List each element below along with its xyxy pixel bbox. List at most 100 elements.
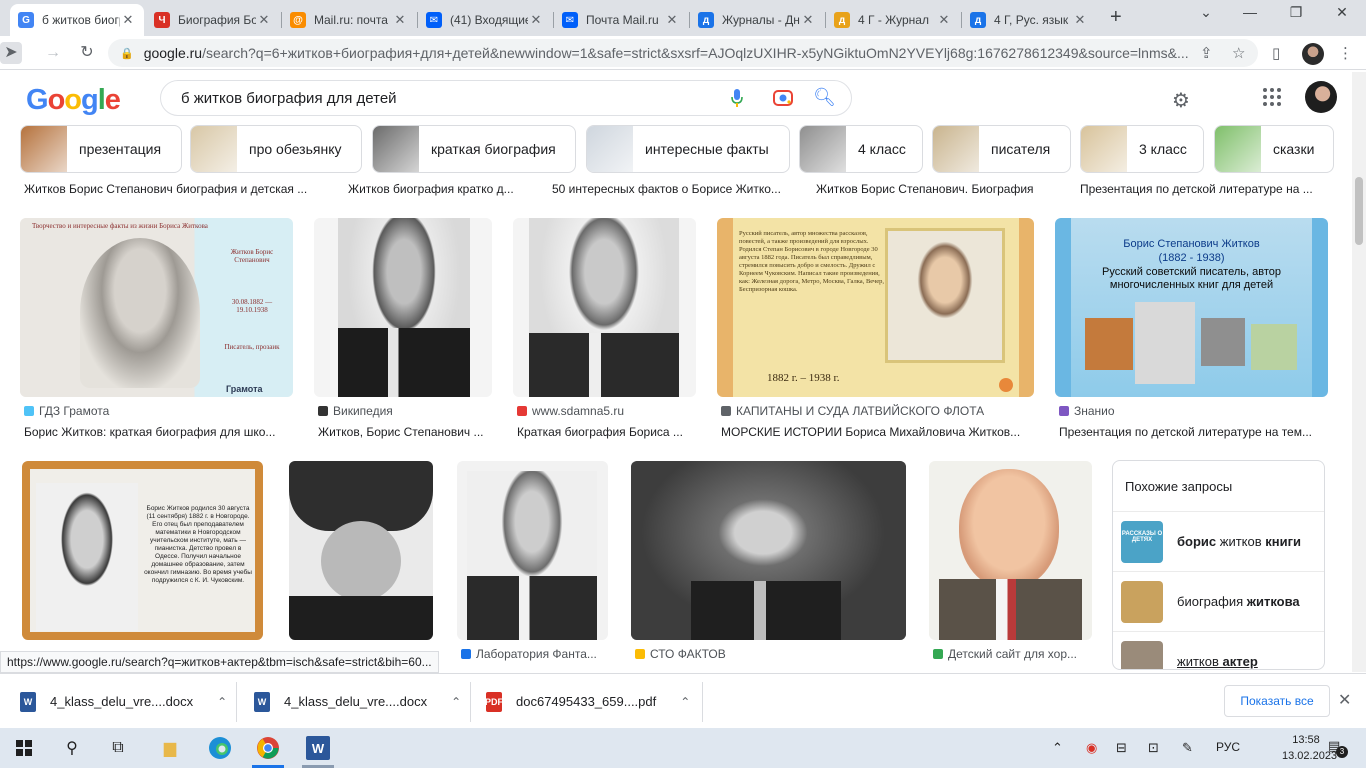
download-item[interactable]: W 4_klass_delu_vre....docx ⌃ — [20, 674, 227, 729]
result-source[interactable]: КАПИТАНЫ И СУДА ЛАТВИЙСКОГО ФЛОТА — [721, 404, 1031, 418]
window-close-button[interactable]: ✕ — [1332, 4, 1352, 21]
related-search-item[interactable]: РАССКАЗЫ О ДЕТЯХ борис житков книги — [1113, 511, 1324, 571]
result-caption[interactable]: Житков Борис Степанович биография и детс… — [24, 182, 324, 196]
show-all-downloads-button[interactable]: Показать все — [1224, 685, 1330, 717]
window-maximize-button[interactable]: ❐ — [1286, 4, 1306, 21]
related-chip[interactable]: интересные факты — [586, 125, 790, 173]
related-chip[interactable]: писателя — [932, 125, 1071, 173]
browser-tab[interactable]: д Журналы - Дневник✕ — [690, 4, 824, 36]
related-search-item[interactable]: биография житкова — [1113, 571, 1324, 631]
result-title[interactable]: Борис Житков: краткая биография для шко.… — [24, 425, 294, 439]
result-source[interactable]: Википедия — [318, 404, 498, 418]
edge-browser-icon[interactable] — [208, 736, 232, 760]
result-image-1[interactable]: Творчество и интересные факты из жизни Б… — [20, 218, 293, 397]
tray-expand-icon[interactable]: ⌃ — [1052, 740, 1063, 756]
result-title[interactable]: Краткая биография Бориса ... — [517, 425, 697, 439]
google-lens-icon[interactable] — [773, 89, 793, 107]
reload-button[interactable]: ↻ — [76, 42, 98, 64]
page-scrollbar[interactable] — [1352, 72, 1366, 672]
close-icon[interactable]: ✕ — [120, 12, 136, 28]
chevron-up-icon[interactable]: ⌃ — [217, 695, 227, 709]
microphone-icon[interactable] — [731, 89, 743, 107]
result-title[interactable]: МОРСКИЕ ИСТОРИИ Бориса Михайловича Житко… — [721, 425, 1031, 439]
tab-search-button[interactable]: ⌄ — [1196, 4, 1216, 21]
result-source[interactable]: Детский сайт для хор... — [933, 647, 1093, 661]
chrome-browser-icon[interactable] — [256, 736, 280, 760]
menu-kebab-icon[interactable]: ⋮ — [1338, 44, 1353, 62]
result-image-7[interactable] — [289, 461, 433, 640]
language-indicator[interactable]: РУС — [1216, 740, 1240, 754]
gear-icon[interactable]: ⚙ — [1172, 88, 1190, 113]
bookmark-star-icon[interactable]: ☆ — [1232, 44, 1245, 62]
account-avatar[interactable] — [1305, 81, 1337, 113]
profile-avatar[interactable] — [1302, 43, 1324, 65]
file-explorer-icon[interactable]: ▆ — [158, 736, 182, 760]
browser-tab[interactable]: д 4 Г, Рус. язык ✕ — [962, 4, 1096, 36]
chevron-up-icon[interactable]: ⌃ — [680, 695, 690, 709]
result-source[interactable]: www.sdamna5.ru — [517, 404, 697, 418]
window-minimize-button[interactable]: — — [1240, 4, 1260, 20]
address-bar[interactable]: 🔒 google.ru /search?q=6+житков+биография… — [108, 39, 1258, 67]
close-icon[interactable]: ✕ — [800, 12, 816, 28]
taskbar-search-icon[interactable]: ⚲ — [60, 736, 84, 760]
result-source[interactable]: Знанио — [1059, 404, 1329, 418]
result-source[interactable]: Лаборатория Фанта... — [461, 647, 606, 661]
browser-tab[interactable]: д 4 Г - Журнал ✕ — [826, 4, 960, 36]
scrollbar-thumb[interactable] — [1355, 177, 1363, 245]
related-chip[interactable]: 3 класс — [1080, 125, 1204, 173]
browser-tab[interactable]: Gб житков биография для детей✕ — [10, 4, 144, 36]
related-chip[interactable]: 4 класс — [799, 125, 923, 173]
result-image-4[interactable]: Русский писатель, автор множества расска… — [717, 218, 1034, 397]
close-icon[interactable]: ✕ — [664, 12, 680, 28]
result-image-2[interactable] — [314, 218, 492, 397]
related-search-item[interactable]: житков актер — [1113, 631, 1324, 669]
result-image-10[interactable] — [929, 461, 1092, 640]
result-caption[interactable]: Презентация по детской литературе на ... — [1080, 182, 1330, 196]
search-icon[interactable]: 🔍︎ — [813, 87, 836, 108]
tray-network-icon[interactable]: ⊟ — [1116, 740, 1127, 756]
forward-button[interactable]: → — [42, 42, 64, 64]
search-box[interactable]: б житков биография для детей 🔍︎ — [160, 80, 852, 116]
result-image-3[interactable] — [513, 218, 696, 397]
browser-tab[interactable]: ✉ Почта Mail.ru ✕ — [554, 4, 688, 36]
result-title[interactable]: Презентация по детской литературе на тем… — [1059, 425, 1329, 439]
tray-pen-icon[interactable]: ✎ — [1182, 740, 1193, 756]
result-image-8[interactable] — [457, 461, 608, 640]
result-image-9[interactable] — [631, 461, 906, 640]
result-image-6[interactable]: Борис Житков родился 30 августа (11 сент… — [22, 461, 263, 640]
task-view-icon[interactable]: ⧉ — [106, 736, 130, 760]
close-icon[interactable]: ✕ — [392, 12, 408, 28]
share-icon[interactable]: ⇪ — [1200, 44, 1213, 62]
result-caption[interactable]: Житков Борис Степанович. Биография — [816, 182, 1056, 196]
tray-antivirus-icon[interactable]: ◉ — [1086, 740, 1097, 756]
result-source[interactable]: СТО ФАКТОВ — [635, 647, 895, 661]
download-item[interactable]: W 4_klass_delu_vre....docx ⌃ — [254, 674, 461, 729]
related-chip[interactable]: сказки — [1214, 125, 1334, 173]
related-chip[interactable]: презентация — [20, 125, 182, 173]
download-item[interactable]: PDF doc67495433_659....pdf ⌃ — [485, 674, 690, 729]
new-tab-button[interactable]: + — [1110, 6, 1122, 29]
google-logo[interactable]: Google — [26, 84, 121, 117]
result-caption[interactable]: 50 интересных фактов о Борисе Житко... — [552, 182, 802, 196]
browser-tab[interactable]: ✉ (41) Входящие ✕ — [418, 4, 552, 36]
result-source[interactable]: ГДЗ Грамота — [24, 404, 294, 418]
close-icon[interactable]: ✕ — [936, 12, 952, 28]
apps-grid-icon[interactable] — [1263, 88, 1281, 106]
word-app-icon[interactable]: W — [306, 736, 330, 760]
windows-start-icon[interactable] — [16, 740, 32, 756]
tray-device-icon[interactable]: ⊡ — [1148, 740, 1159, 756]
browser-tab[interactable]: @ Mail.ru: почта ✕ — [282, 4, 416, 36]
side-panel-icon[interactable]: ▯ — [1272, 44, 1280, 62]
taskbar-clock[interactable]: 13:58 13.02.2023 — [1282, 732, 1337, 764]
browser-tab[interactable]: Ч Биография Бориса Житкова✕ — [146, 4, 280, 36]
close-icon[interactable]: ✕ — [1338, 690, 1351, 710]
related-chip[interactable]: краткая биография — [372, 125, 576, 173]
chevron-up-icon[interactable]: ⌃ — [451, 695, 461, 709]
result-caption[interactable]: Житков биография кратко д... — [348, 182, 538, 196]
close-icon[interactable]: ✕ — [256, 12, 272, 28]
close-icon[interactable]: ✕ — [528, 12, 544, 28]
result-image-5[interactable]: Борис Степанович Житков (1882 - 1938) Ру… — [1055, 218, 1328, 397]
related-chip[interactable]: про обезьянку — [190, 125, 362, 173]
close-icon[interactable]: ✕ — [1072, 12, 1088, 28]
result-title[interactable]: Житков, Борис Степанович ... — [318, 425, 498, 439]
